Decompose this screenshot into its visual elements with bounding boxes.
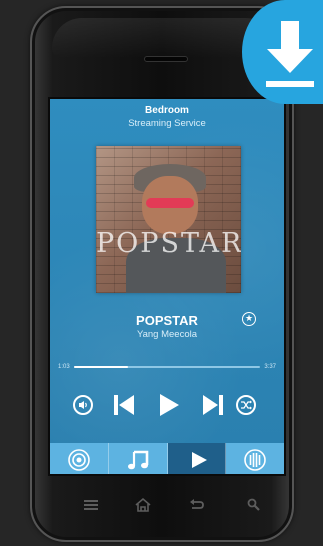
nav-back-button[interactable] <box>188 497 206 513</box>
album-cover-text: POPSTAR <box>96 228 241 259</box>
home-icon <box>135 497 151 512</box>
download-arrow-icon <box>266 21 314 87</box>
star-circle-icon: ★ <box>244 313 254 323</box>
volume-button[interactable] <box>73 395 93 415</box>
search-icon <box>247 498 260 511</box>
menu-icon <box>84 500 98 510</box>
progress-fill <box>74 366 128 368</box>
play-icon <box>191 452 207 468</box>
nav-menu-button[interactable] <box>82 497 100 513</box>
tab-bar <box>50 443 284 474</box>
album-glasses <box>146 198 194 208</box>
volume-icon <box>79 401 87 409</box>
nav-search-button[interactable] <box>246 497 262 513</box>
player-screen: Bedroom Streaming Service POPSTAR POPSTA… <box>48 97 286 476</box>
app-stage: Bedroom Streaming Service POPSTAR POPSTA… <box>0 0 323 546</box>
music-note-icon <box>127 450 149 470</box>
tab-queue[interactable] <box>226 443 284 474</box>
tab-now-playing[interactable] <box>167 443 227 474</box>
album-art: POPSTAR <box>96 146 241 293</box>
previous-button[interactable] <box>113 393 135 417</box>
play-button[interactable] <box>158 393 180 417</box>
skip-forward-icon <box>203 395 223 415</box>
next-button[interactable] <box>202 393 224 417</box>
play-icon <box>160 394 179 416</box>
phone-speaker <box>144 56 188 62</box>
nav-home-button[interactable] <box>134 497 152 513</box>
playback-controls <box>50 393 284 417</box>
shuffle-button[interactable] <box>236 395 256 415</box>
shuffle-icon <box>241 400 252 410</box>
room-name[interactable]: Bedroom <box>50 105 284 116</box>
download-badge[interactable] <box>242 0 323 104</box>
duration-time: 3:37 <box>264 364 276 370</box>
tab-zones[interactable] <box>50 443 109 474</box>
tab-music[interactable] <box>109 443 168 474</box>
elapsed-time: 1:03 <box>58 364 70 370</box>
back-icon <box>190 499 204 509</box>
target-icon <box>68 449 90 471</box>
track-artist: Yang Meecola <box>136 329 198 340</box>
progress-bar[interactable] <box>74 366 260 368</box>
service-name: Streaming Service <box>128 118 206 129</box>
favorite-button[interactable]: ★ <box>242 312 256 326</box>
skip-back-icon <box>114 395 134 415</box>
bars-circle-icon <box>244 449 267 471</box>
